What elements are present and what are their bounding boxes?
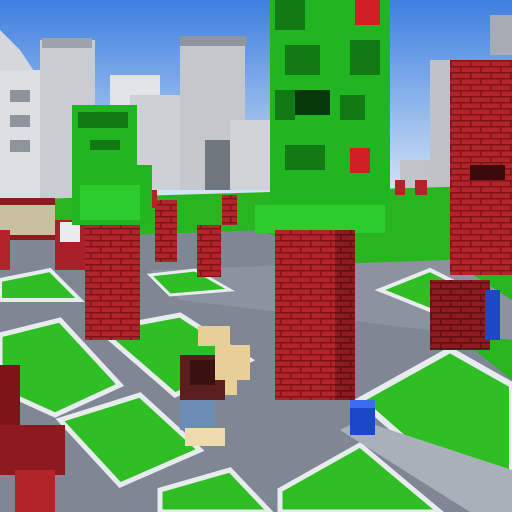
blue-block[interactable] — [350, 400, 375, 435]
game-viewport[interactable] — [0, 0, 512, 512]
